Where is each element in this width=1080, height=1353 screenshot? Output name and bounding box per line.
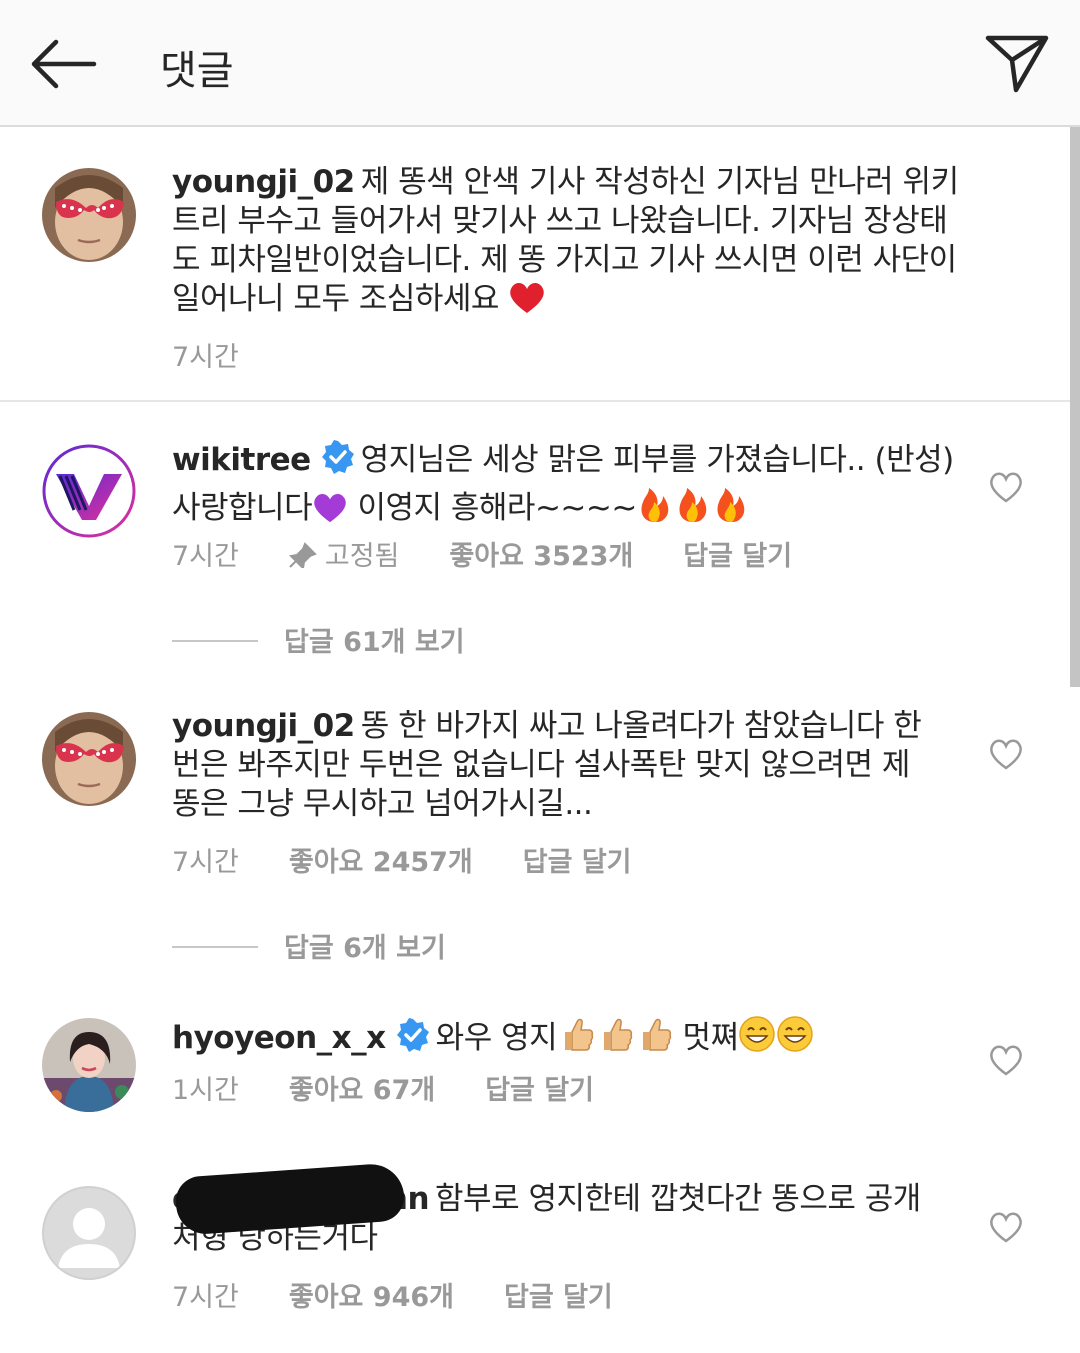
comment-time: 7시간 — [172, 541, 239, 572]
comment-text-block: hyoyeon_x_x 와우 영지 멋쪄 — [172, 1014, 972, 1064]
replies-divider — [172, 946, 258, 948]
back-arrow-icon[interactable] — [28, 36, 100, 92]
fire-emoji — [637, 484, 751, 534]
comment-meta: 7시간 좋아요 2457개 답글 달기 — [172, 840, 682, 879]
top-bar: 댓글 — [0, 0, 1080, 127]
direct-send-icon[interactable] — [982, 30, 1052, 96]
caption-meta: 7시간 — [172, 335, 289, 374]
avatar-youngji[interactable] — [42, 168, 136, 262]
page-title: 댓글 — [160, 48, 234, 94]
comment-text-after: 이영지 흥해라~~~~ — [357, 490, 637, 526]
pin-icon — [288, 542, 317, 571]
red-heart-emoji — [508, 281, 546, 325]
caption-text-block: youngji_02 제 똥색 안색 기사 작성하신 기자님 만나러 위키트리 부… — [172, 163, 972, 325]
comment-time: 1시간 — [172, 1075, 239, 1106]
comment-time: 7시간 — [172, 847, 239, 878]
caption-username[interactable]: youngji_02 — [172, 164, 355, 200]
comment-time: 7시간 — [172, 1282, 239, 1313]
comment-text: 와우 영지 — [435, 1020, 558, 1056]
like-heart-icon[interactable] — [988, 1210, 1024, 1244]
comment-text-block: youngji_02 똥 한 바가지 싸고 나올려다가 참았습니다 한번은 봐주지… — [172, 707, 942, 824]
likes-count[interactable]: 좋아요 2457개 — [289, 840, 473, 879]
view-replies-button[interactable]: 답글 61개 보기 — [172, 620, 465, 659]
comment-username[interactable]: hyoyeon_x_x — [172, 1020, 386, 1056]
avatar-youngji[interactable] — [42, 712, 136, 806]
avatar-hyoyeon[interactable] — [42, 1018, 136, 1112]
comment-meta: 7시간 고정됨 좋아요 3523개 답글 달기 — [172, 534, 842, 573]
grinning-face-emoji — [738, 1014, 815, 1064]
caption-time: 7시간 — [172, 342, 239, 373]
like-heart-icon[interactable] — [988, 1043, 1024, 1077]
reply-button[interactable]: 답글 달기 — [683, 534, 792, 573]
like-heart-icon[interactable] — [988, 737, 1024, 771]
verified-badge-icon — [321, 440, 355, 484]
likes-count[interactable]: 좋아요 946개 — [289, 1275, 454, 1314]
reply-button[interactable]: 답글 달기 — [504, 1275, 613, 1314]
default-avatar-icon[interactable] — [42, 1186, 136, 1280]
comment-text-after: 멋쪄 — [682, 1020, 739, 1056]
comment-username[interactable]: wikitree — [172, 442, 311, 478]
verified-badge-icon — [396, 1018, 430, 1062]
likes-count[interactable]: 좋아요 3523개 — [449, 534, 633, 573]
purple-heart-emoji — [312, 492, 348, 534]
like-heart-icon[interactable] — [988, 470, 1024, 504]
pinned-label: 고정됨 — [288, 534, 399, 573]
reply-button[interactable]: 답글 달기 — [523, 840, 632, 879]
thumbs-up-emoji — [557, 1014, 673, 1064]
reply-button[interactable]: 답글 달기 — [485, 1068, 594, 1107]
view-replies-button[interactable]: 답글 6개 보기 — [172, 926, 446, 965]
replies-divider — [172, 640, 258, 642]
comment-text-block: wikitree 영지님은 세상 맑은 피부를 가졌습니다.. (반성) 사랑합… — [172, 440, 972, 534]
avatar-wikitree[interactable] — [42, 444, 136, 538]
comment-meta: 1시간 좋아요 67개 답글 달기 — [172, 1068, 644, 1107]
comment-username[interactable]: youngji_02 — [172, 708, 355, 744]
likes-count[interactable]: 좋아요 67개 — [289, 1068, 435, 1107]
comment-meta: 7시간 좋아요 946개 답글 달기 — [172, 1275, 663, 1314]
scrollbar[interactable] — [1070, 127, 1080, 687]
